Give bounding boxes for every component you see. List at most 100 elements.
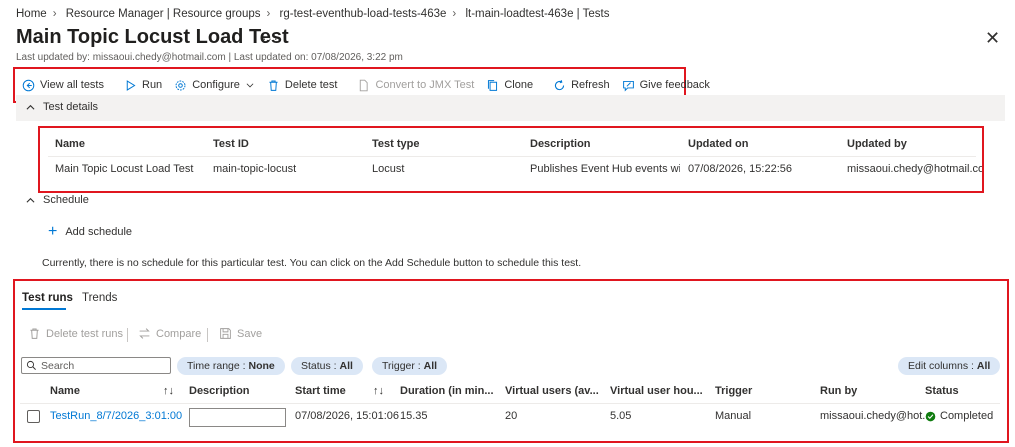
give-feedback-label: Give feedback — [639, 79, 710, 91]
test-details-table: Name Test ID Test type Description Updat… — [38, 126, 984, 193]
schedule-label: Schedule — [43, 194, 89, 206]
col-run-duration[interactable]: Duration (in min... — [400, 385, 494, 397]
edit-columns-button[interactable]: Edit columns : All — [898, 357, 1001, 375]
tab-trends[interactable]: Trends — [82, 292, 117, 304]
col-run-vuhours[interactable]: Virtual user hou... — [610, 385, 703, 397]
cell-test-type: Locust — [372, 163, 405, 175]
run-name-link[interactable]: TestRun_8/7/2026_3:01:00 P... — [50, 410, 182, 422]
save-button[interactable]: Save — [219, 327, 262, 340]
run-button[interactable]: Run — [124, 79, 162, 92]
add-schedule-label: Add schedule — [65, 226, 133, 238]
run-description-input[interactable] — [189, 408, 286, 427]
run-duration: 15.35 — [400, 410, 428, 422]
col-run-trigger[interactable]: Trigger — [715, 385, 752, 397]
breadcrumb-resource-groups[interactable]: Resource Manager | Resource groups — [66, 8, 261, 20]
row-checkbox[interactable] — [27, 410, 40, 423]
run-status-label: Completed — [940, 410, 994, 422]
details-data-row: Main Topic Locust Load Test main-topic-l… — [40, 163, 982, 179]
chevron-down-icon — [246, 83, 254, 88]
give-feedback-button[interactable]: Give feedback — [622, 79, 710, 92]
toolbar-divider — [127, 328, 128, 342]
tab-test-runs[interactable]: Test runs — [22, 292, 73, 304]
filter-label: Status : — [301, 360, 337, 372]
filter-value: All — [423, 360, 438, 372]
toolbar-divider — [207, 328, 208, 342]
col-name: Name — [55, 138, 85, 150]
test-details-label: Test details — [43, 101, 99, 113]
run-status: Completed — [925, 410, 993, 422]
trigger-filter[interactable]: Trigger : All — [372, 357, 448, 375]
convert-jmx-button[interactable]: Convert to JMX Test — [357, 79, 474, 92]
col-run-start[interactable]: Start time — [295, 385, 346, 397]
save-icon — [220, 328, 231, 339]
details-header-row: Name Test ID Test type Description Updat… — [40, 138, 982, 154]
breadcrumb-home[interactable]: Home — [16, 8, 47, 20]
search-input[interactable]: Search — [21, 357, 171, 374]
col-updated-by: Updated by — [847, 138, 907, 150]
cell-name: Main Topic Locust Load Test — [55, 163, 194, 175]
col-run-vusers[interactable]: Virtual users (av... — [505, 385, 599, 397]
configure-button[interactable]: Configure — [174, 79, 255, 92]
run-vuhours: 5.05 — [610, 410, 632, 422]
delete-test-button[interactable]: Delete test — [267, 79, 338, 92]
chevron-right-icon: › — [266, 8, 271, 20]
run-vusers: 20 — [505, 410, 518, 422]
col-description: Description — [530, 138, 591, 150]
add-schedule-button[interactable]: + Add schedule — [48, 224, 133, 240]
delete-test-runs-button[interactable]: Delete test runs — [28, 327, 123, 340]
run-label: Run — [142, 79, 163, 91]
divider — [20, 403, 1000, 404]
trash-icon — [269, 80, 278, 91]
breadcrumb-tests[interactable]: lt-main-loadtest-463e | Tests — [465, 8, 609, 20]
search-icon — [26, 360, 36, 370]
col-test-type: Test type — [372, 138, 420, 150]
filter-label: Time range : — [187, 360, 246, 372]
cell-updated-on: 07/08/2026, 15:22:56 — [688, 163, 792, 175]
sort-icon[interactable]: ↑↓ — [163, 385, 174, 397]
gear-icon — [175, 80, 186, 90]
breadcrumb-resource-group[interactable]: rg-test-eventhub-load-tests-463e — [280, 8, 447, 20]
delete-test-label: Delete test — [284, 79, 338, 91]
document-icon — [360, 79, 369, 91]
test-details-header[interactable]: Test details — [16, 95, 1005, 121]
compare-arrows-icon — [139, 328, 150, 339]
save-label: Save — [237, 327, 263, 340]
time-range-filter[interactable]: Time range : None — [177, 357, 285, 375]
page-subtitle: Last updated by: missaoui.chedy@hotmail.… — [16, 52, 403, 63]
view-all-tests-button[interactable]: View all tests — [22, 79, 104, 92]
filter-value: All — [976, 360, 991, 372]
filter-value: None — [248, 360, 275, 372]
clone-button[interactable]: Clone — [486, 79, 533, 92]
refresh-label: Refresh — [571, 79, 610, 91]
col-run-by[interactable]: Run by — [820, 385, 857, 397]
schedule-header[interactable]: Schedule — [26, 194, 89, 206]
more-icon[interactable]: ··· — [262, 30, 279, 46]
breadcrumb: Home › Resource Manager | Resource groups… — [16, 8, 609, 20]
play-icon — [126, 79, 136, 91]
refresh-button[interactable]: Refresh — [553, 79, 610, 92]
refresh-icon — [555, 79, 565, 90]
clone-label: Clone — [504, 79, 534, 91]
chevron-up-icon — [26, 197, 35, 203]
compare-button[interactable]: Compare — [138, 327, 201, 340]
run-by: missaoui.chedy@hot... — [820, 410, 932, 422]
col-run-status[interactable]: Status — [925, 385, 959, 397]
close-icon[interactable]: ✕ — [985, 29, 1000, 47]
cell-test-id: main-topic-locust — [213, 163, 297, 175]
col-updated-on: Updated on — [688, 138, 749, 150]
page-title: Main Topic Locust Load Test — [16, 26, 289, 48]
filter-label: Trigger : — [382, 360, 421, 372]
arrow-circle-left-icon — [22, 79, 35, 91]
search-placeholder: Search — [41, 359, 75, 372]
feedback-icon — [622, 80, 634, 92]
col-run-name[interactable]: Name — [50, 385, 80, 397]
col-run-description[interactable]: Description — [189, 385, 250, 397]
trash-icon — [30, 328, 39, 339]
filter-label: Edit columns : — [908, 360, 974, 372]
status-filter[interactable]: Status : All — [291, 357, 363, 375]
compare-label: Compare — [156, 327, 202, 340]
sort-icon[interactable]: ↑↓ — [373, 385, 384, 397]
convert-jmx-label: Convert to JMX Test — [375, 79, 475, 91]
configure-label: Configure — [192, 79, 240, 91]
check-circle-icon — [925, 411, 936, 421]
